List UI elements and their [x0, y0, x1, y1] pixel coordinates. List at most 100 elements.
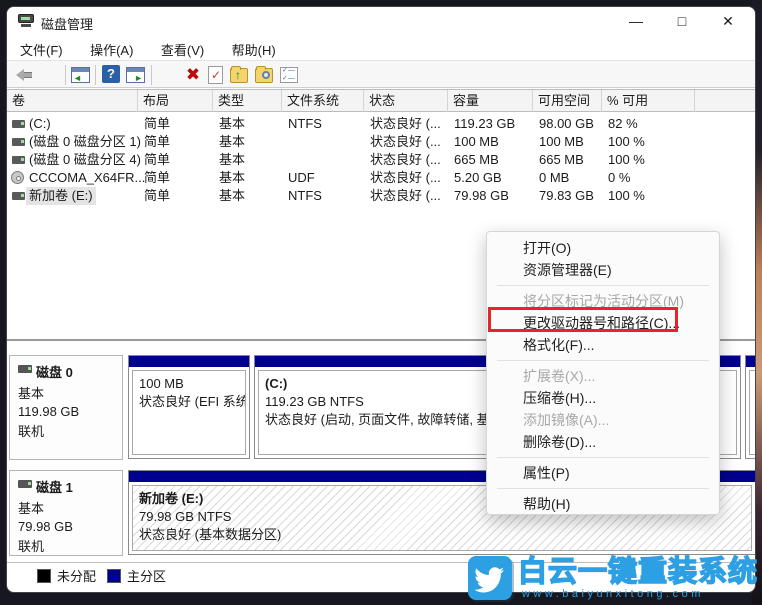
column-header-capacity[interactable]: 容量 — [448, 90, 533, 112]
cell-status: 状态良好 (... — [370, 170, 441, 185]
open-folder-icon[interactable]: ↑ — [230, 65, 250, 85]
maximize-button[interactable]: □ — [659, 7, 705, 36]
help-icon[interactable]: ? — [102, 65, 120, 83]
menu-action[interactable]: 操作(A) — [80, 36, 143, 63]
cell-status: 状态良好 (... — [370, 152, 441, 167]
column-header-status[interactable]: 状态 — [364, 90, 448, 112]
context-menu: 打开(O) 资源管理器(E) 将分区标记为活动分区(M) 更改驱动器号和路径(C… — [486, 231, 720, 515]
cell-volume: (磁盘 0 磁盘分区 4) — [29, 152, 141, 167]
toolbar-separator — [65, 65, 66, 85]
screenshot-stage: 磁盘管理 — □ ✕ 文件(F) 操作(A) 查看(V) 帮助(H) ◄ ? ►… — [0, 0, 762, 604]
partition-efi[interactable]: 100 MB 状态良好 (EFI 系统分 — [128, 355, 250, 459]
disk0-label-box[interactable]: 磁盘 0 基本 119.98 GB 联机 — [9, 355, 123, 460]
column-header-layout[interactable]: 布局 — [138, 90, 213, 112]
cd-drive-icon — [11, 171, 24, 184]
app-icon — [18, 14, 34, 28]
cell-pct: 82 % — [608, 116, 638, 131]
cell-free: 98.00 GB — [539, 116, 594, 131]
show-action-pane-icon[interactable]: ► — [126, 65, 146, 85]
menu-file[interactable]: 文件(F) — [10, 36, 73, 63]
volume-row-cdrom[interactable]: CCCOMA_X64FR... 简单 基本 UDF 状态良好 (... 5.20… — [7, 169, 755, 187]
window-title: 磁盘管理 — [41, 17, 94, 32]
column-header-fs[interactable]: 文件系统 — [282, 90, 364, 112]
cell-capacity: 79.98 GB — [454, 188, 509, 203]
menu-separator — [497, 457, 709, 458]
cell-capacity: 665 MB — [454, 152, 499, 167]
column-header-volume[interactable]: 卷 — [7, 90, 138, 112]
cell-capacity: 100 MB — [454, 134, 499, 149]
legend-primary: 主分区 — [107, 566, 166, 585]
cell-type: 基本 — [219, 170, 246, 185]
cell-capacity: 119.23 GB — [454, 116, 516, 131]
cell-fs: NTFS — [288, 116, 322, 131]
disk1-status: 联机 — [18, 539, 45, 554]
cell-volume: 新加卷 (E:) — [26, 187, 96, 205]
cell-status: 状态良好 (... — [370, 134, 441, 149]
minimize-button[interactable]: — — [613, 7, 659, 36]
check-document-icon[interactable] — [206, 65, 226, 85]
toolbar-separator — [151, 65, 152, 85]
menu-item-shrink-volume[interactable]: 压缩卷(H)... — [487, 387, 719, 409]
column-header-type[interactable]: 类型 — [213, 90, 282, 112]
menu-item-explorer[interactable]: 资源管理器(E) — [487, 259, 719, 281]
drive-icon — [12, 156, 25, 164]
cell-layout: 简单 — [144, 170, 171, 185]
cell-pct: 0 % — [608, 170, 631, 185]
volume-row-partition4[interactable]: (磁盘 0 磁盘分区 4) 简单 基本 状态良好 (... 665 MB 665… — [7, 151, 755, 169]
disk1-label-box[interactable]: 磁盘 1 基本 79.98 GB 联机 — [9, 470, 123, 556]
menu-item-open[interactable]: 打开(O) — [487, 237, 719, 259]
watermark: 白云一键重装系统 www.baiyunxitong.com — [467, 555, 758, 604]
menu-bar: 文件(F) 操作(A) 查看(V) 帮助(H) — [7, 36, 755, 60]
show-console-tree-icon[interactable]: ◄ — [71, 65, 91, 85]
back-icon[interactable] — [15, 65, 35, 85]
disk0-name: 磁盘 0 — [10, 356, 122, 382]
disk1-type: 基本 — [18, 501, 45, 516]
menu-item-extend-volume: 扩展卷(X)... — [523, 368, 596, 384]
cell-status: 状态良好 (... — [370, 188, 441, 203]
menu-help[interactable]: 帮助(H) — [222, 36, 286, 63]
explore-folder-icon[interactable] — [255, 65, 275, 85]
cell-fs: NTFS — [288, 188, 322, 203]
red-annotation-rectangle — [488, 307, 678, 332]
delete-volume-icon[interactable]: ✖ — [183, 65, 203, 85]
bird-icon — [467, 556, 512, 600]
partition-recovery-clipped[interactable] — [745, 355, 755, 459]
cell-type: 基本 — [219, 116, 246, 131]
disk1-size: 79.98 GB — [18, 519, 73, 534]
menu-item-properties[interactable]: 属性(P) — [487, 462, 719, 484]
volume-row-partition1[interactable]: (磁盘 0 磁盘分区 1) 简单 基本 状态良好 (... 100 MB 100… — [7, 133, 755, 151]
title-bar: 磁盘管理 — □ ✕ — [7, 7, 755, 36]
close-button[interactable]: ✕ — [705, 7, 751, 36]
menu-item-help[interactable]: 帮助(H) — [487, 493, 719, 515]
toolbar: ◄ ? ► ✖ ↑ — [7, 60, 755, 120]
menu-item-add-mirror: 添加镜像(A)... — [523, 412, 610, 428]
volume-row-e-selected[interactable]: 新加卷 (E:) 简单 基本 NTFS 状态良好 (... 79.98 GB 7… — [7, 187, 755, 205]
cell-free: 0 MB — [539, 170, 570, 185]
cell-volume: CCCOMA_X64FR... — [29, 170, 146, 185]
menu-separator — [497, 488, 709, 489]
menu-item-delete-volume[interactable]: 删除卷(D)... — [487, 431, 719, 453]
drive-icon — [12, 120, 25, 128]
column-header-free[interactable]: 可用空间 — [533, 90, 602, 112]
cell-status: 状态良好 (... — [370, 116, 441, 131]
menu-view[interactable]: 查看(V) — [151, 36, 214, 63]
partition-status: 状态良好 (EFI 系统分 — [139, 394, 245, 409]
cell-layout: 简单 — [144, 152, 171, 167]
cell-volume: (磁盘 0 磁盘分区 1) — [29, 134, 141, 149]
drive-icon — [12, 138, 25, 146]
disk0-status: 联机 — [18, 424, 45, 439]
cell-capacity: 5.20 GB — [454, 170, 502, 185]
menu-separator — [497, 360, 709, 361]
properties-list-icon[interactable] — [280, 65, 300, 85]
cell-pct: 100 % — [608, 152, 645, 167]
watermark-url: www.baiyunxitong.com — [521, 588, 704, 600]
disk-icon — [18, 480, 32, 488]
disk0-size: 119.98 GB — [18, 404, 80, 419]
cell-layout: 简单 — [144, 134, 171, 149]
menu-item-format[interactable]: 格式化(F)... — [487, 334, 719, 356]
unallocated-color-swatch — [37, 569, 51, 583]
column-header-pct[interactable]: % 可用 — [602, 90, 695, 112]
disk1-name: 磁盘 1 — [10, 471, 122, 497]
volume-row-c[interactable]: (C:) 简单 基本 NTFS 状态良好 (... 119.23 GB 98.0… — [7, 115, 755, 133]
cell-volume: (C:) — [29, 116, 51, 131]
